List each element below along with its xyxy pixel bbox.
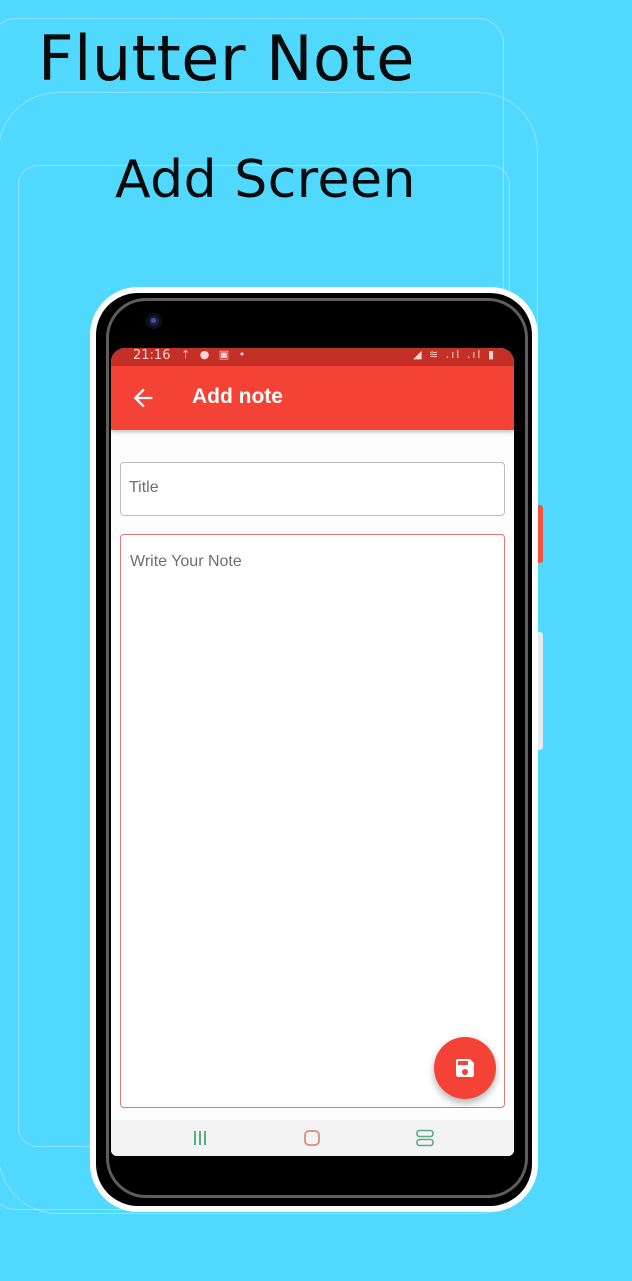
notification-icons: ⇡ ● ▣ • (181, 348, 249, 361)
app-bar: Add note (111, 366, 514, 430)
save-fab-button[interactable] (434, 1037, 496, 1099)
promo-headline: Flutter Note (38, 22, 415, 95)
note-textarea[interactable] (120, 534, 505, 1108)
power-button (538, 505, 543, 563)
phone-screen: 21:16 ⇡ ● ▣ • ◢ ≋ .ıl .ıl ▮ Add note Tit… (111, 348, 514, 1156)
arrow-back-icon[interactable] (129, 384, 157, 412)
title-input[interactable] (120, 462, 505, 516)
page-title: Add note (192, 385, 283, 408)
promo-subheadline: Add Screen (115, 150, 416, 210)
recents-icon[interactable] (193, 1130, 207, 1146)
status-bar: 21:16 ⇡ ● ▣ • ◢ ≋ .ıl .ıl ▮ (111, 348, 514, 366)
system-status-icons: ◢ ≋ .ıl .ıl ▮ (413, 348, 496, 361)
status-time: 21:16 (133, 348, 171, 363)
front-camera (146, 313, 162, 329)
back-nav-icon[interactable] (415, 1129, 435, 1147)
save-icon (456, 1059, 474, 1077)
volume-button (538, 632, 543, 750)
system-nav-bar (111, 1120, 514, 1156)
home-icon[interactable] (303, 1129, 321, 1147)
